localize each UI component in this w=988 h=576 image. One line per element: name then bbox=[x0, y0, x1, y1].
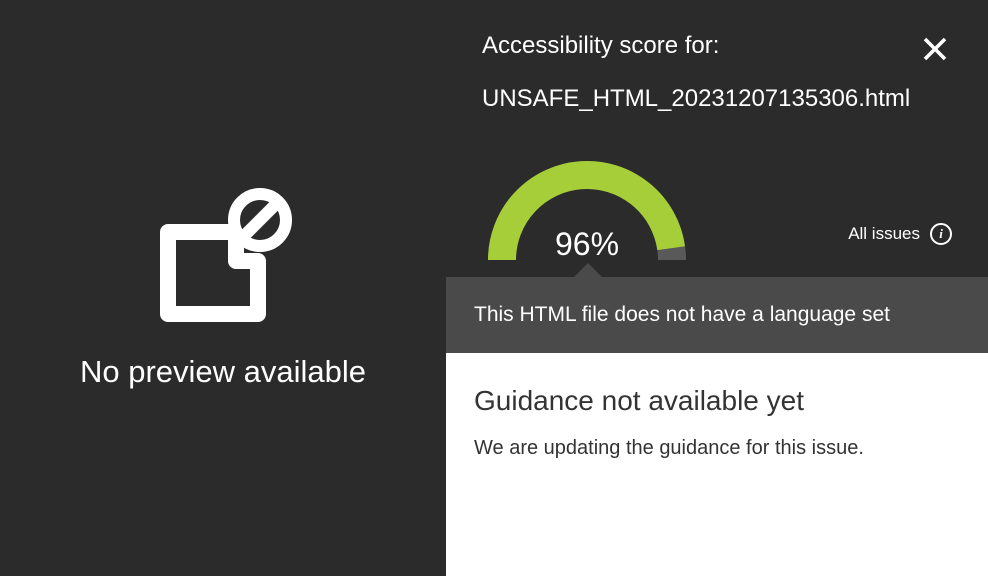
guidance-title: Guidance not available yet bbox=[474, 385, 960, 417]
no-preview-label: No preview available bbox=[80, 354, 366, 390]
issue-pointer bbox=[574, 263, 602, 277]
close-button[interactable] bbox=[918, 32, 952, 71]
all-issues-link[interactable]: All issues i bbox=[848, 223, 952, 245]
details-panel: Accessibility score for: UNSAFE_HTML_202… bbox=[446, 0, 988, 576]
close-icon bbox=[922, 36, 948, 62]
score-label: Accessibility score for: bbox=[482, 32, 719, 60]
guidance-body: We are updating the guidance for this is… bbox=[474, 437, 960, 460]
all-issues-label: All issues bbox=[848, 224, 920, 244]
guidance-panel: Guidance not available yet We are updati… bbox=[446, 353, 988, 576]
score-gauge: 96% bbox=[482, 155, 692, 265]
no-preview-icon bbox=[148, 186, 298, 326]
info-icon: i bbox=[930, 223, 952, 245]
score-percent: 96% bbox=[482, 226, 692, 263]
preview-panel: No preview available bbox=[0, 0, 446, 576]
filename-label: UNSAFE_HTML_20231207135306.html bbox=[446, 71, 988, 115]
issue-message: This HTML file does not have a language … bbox=[446, 277, 988, 353]
